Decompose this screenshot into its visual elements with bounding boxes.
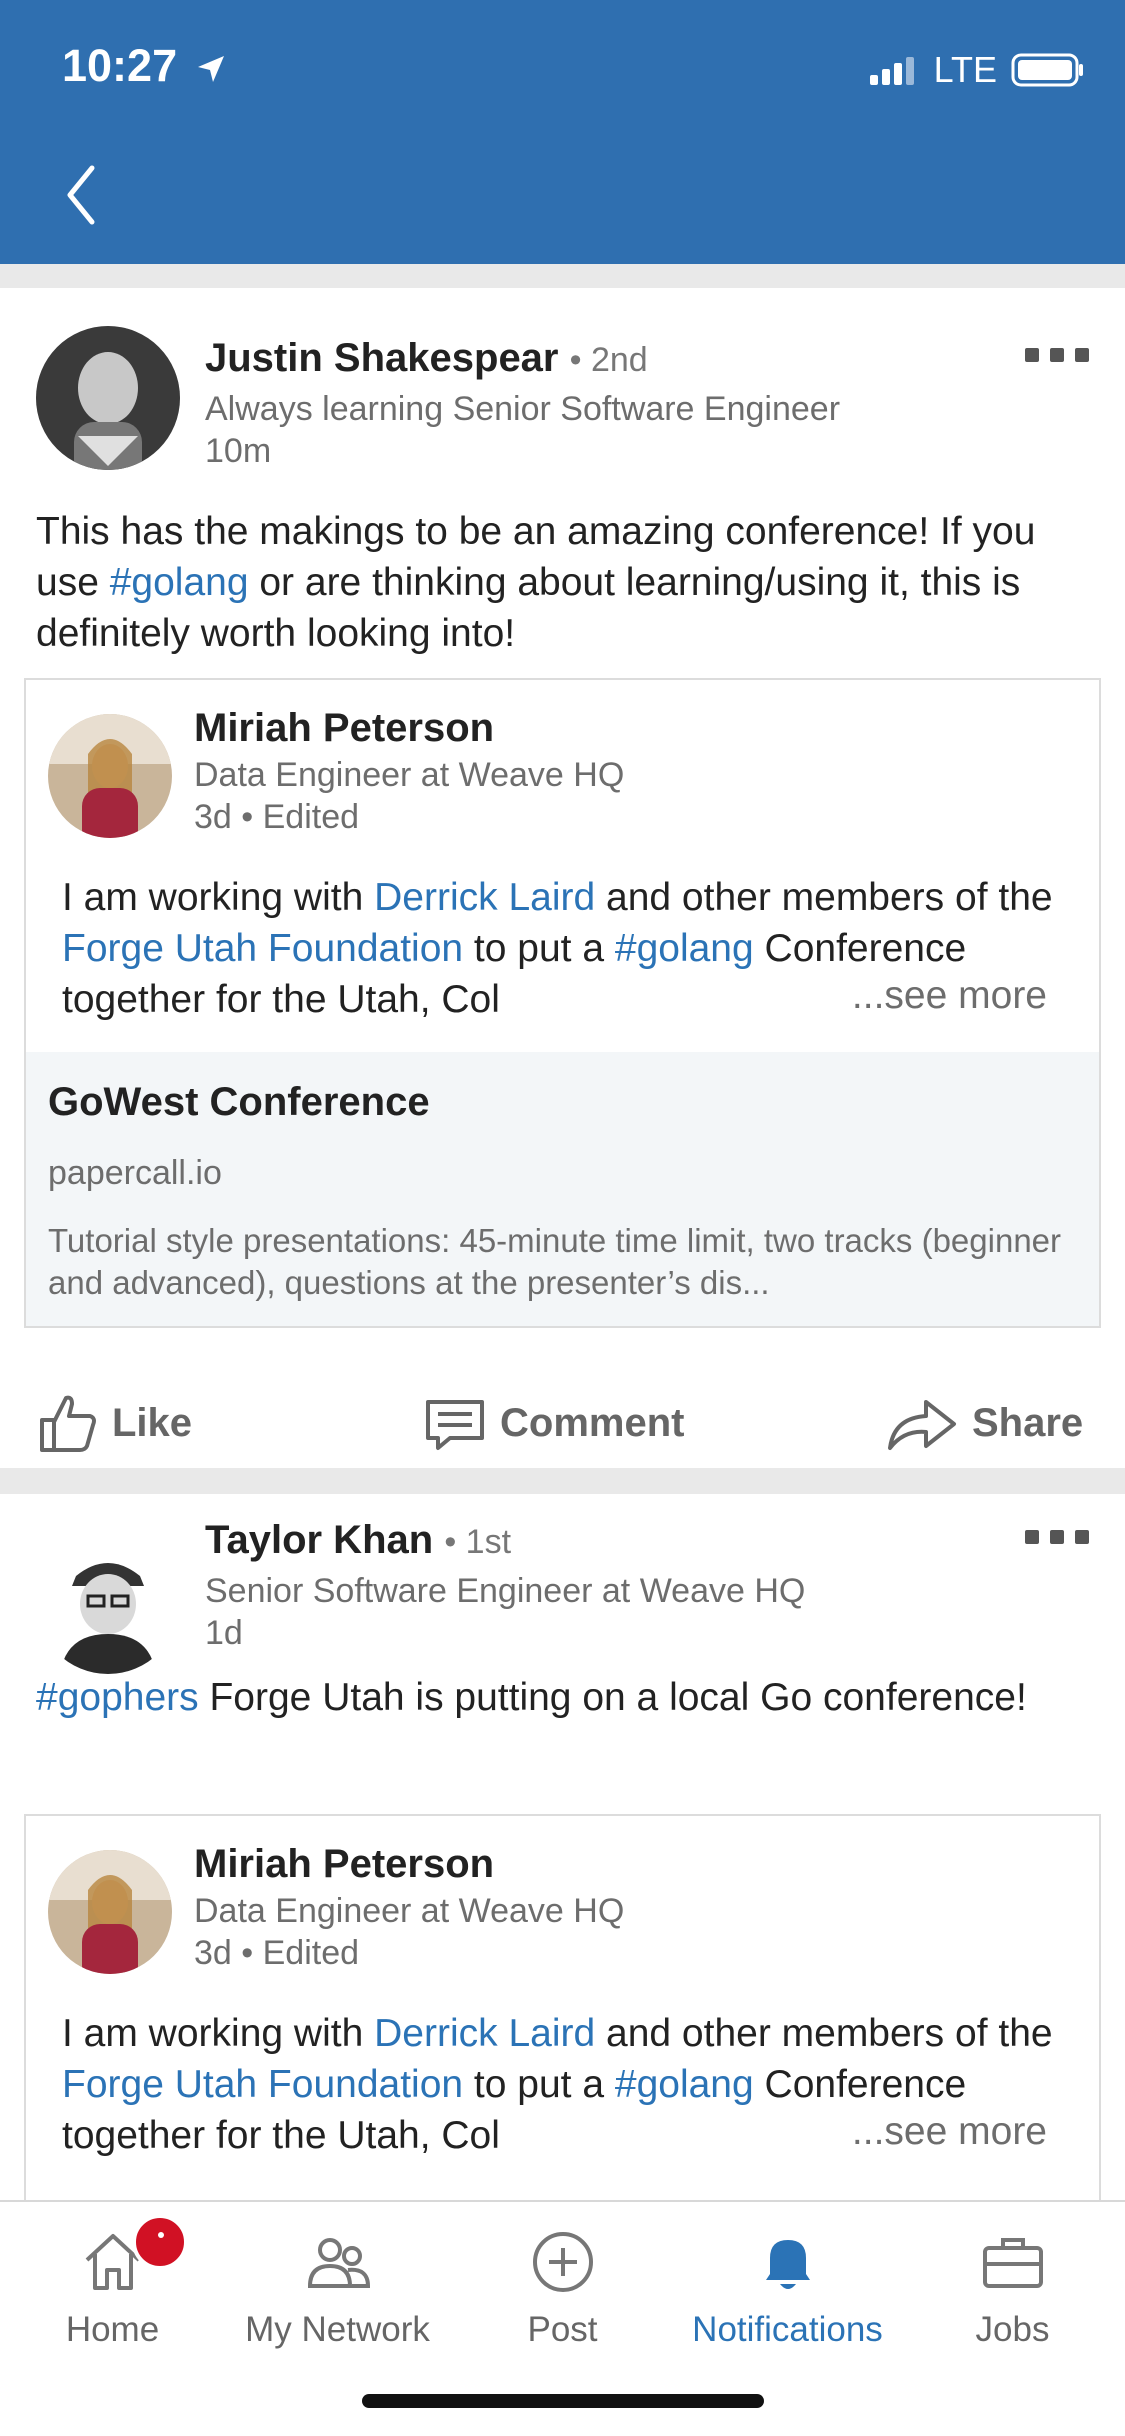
post-author[interactable]: Taylor Khan • 1st	[205, 1518, 511, 1563]
post-text: This has the makings to be an amazing co…	[36, 510, 1036, 655]
shared-post[interactable]: Miriah Peterson Data Engineer at Weave H…	[24, 1814, 1101, 2200]
avatar[interactable]	[36, 1530, 180, 1674]
comment-button[interactable]: Comment	[424, 1378, 684, 1468]
see-more-link[interactable]: ...see more	[839, 2110, 1047, 2154]
shared-time: 3d • Edited	[194, 798, 360, 836]
post-time: 10m	[205, 432, 272, 470]
share-icon	[888, 1400, 956, 1450]
shared-author[interactable]: Miriah Peterson	[194, 1842, 494, 1887]
shared-headline: Data Engineer at Weave HQ	[194, 1892, 625, 1930]
notification-badge	[132, 2214, 188, 2270]
avatar[interactable]	[36, 326, 180, 470]
thumbs-up-icon	[40, 1395, 96, 1452]
back-chevron-icon	[67, 165, 95, 225]
tab-home[interactable]: Home	[0, 2202, 225, 2372]
post-actions: Like Comment Share	[0, 1378, 1125, 1468]
status-time: 10:27	[62, 40, 226, 92]
avatar[interactable]	[48, 714, 172, 838]
tab-my-network[interactable]: My Network	[225, 2202, 450, 2372]
mention-link[interactable]: Forge Utah Foundation	[62, 927, 463, 970]
tab-jobs[interactable]: Jobs	[900, 2202, 1125, 2372]
feed-post: Taylor Khan • 1st Senior Software Engine…	[0, 1494, 1125, 2200]
article-title: GoWest Conference	[48, 1080, 430, 1124]
article-domain: papercall.io	[48, 1154, 222, 1192]
shared-author[interactable]: Miriah Peterson	[194, 706, 494, 751]
location-arrow-icon	[197, 56, 224, 83]
hashtag-link[interactable]: #golang	[110, 561, 249, 604]
tab-post[interactable]: Post	[450, 2202, 675, 2372]
mention-link[interactable]: Derrick Laird	[374, 876, 595, 919]
back-button[interactable]	[60, 160, 110, 240]
shared-time: 3d • Edited	[194, 1934, 360, 1972]
status-indicators: LTE	[869, 48, 1085, 92]
author-headline: Senior Software Engineer at Weave HQ	[205, 1572, 806, 1610]
network-type: LTE	[933, 49, 997, 90]
author-headline: Always learning Senior Software Engineer	[205, 390, 841, 428]
mention-link[interactable]: Derrick Laird	[374, 2012, 595, 2055]
shared-headline: Data Engineer at Weave HQ	[194, 756, 625, 794]
more-options-icon[interactable]	[1025, 1530, 1089, 1544]
top-bar: 10:27 LTE	[0, 0, 1125, 264]
post-time: 1d	[205, 1614, 243, 1652]
mention-link[interactable]: Forge Utah Foundation	[62, 2063, 463, 2106]
shared-post[interactable]: Miriah Peterson Data Engineer at Weave H…	[24, 678, 1101, 1328]
battery-icon	[1011, 53, 1083, 87]
hashtag-link[interactable]: #golang	[615, 927, 754, 970]
tab-notifications[interactable]: Notifications	[675, 2202, 900, 2372]
connection-degree: • 2nd	[569, 341, 648, 379]
more-options-icon[interactable]	[1025, 348, 1089, 362]
hashtag-link[interactable]: #golang	[615, 2063, 754, 2106]
avatar[interactable]	[48, 1850, 172, 1974]
see-more-link[interactable]: ...see more	[839, 974, 1047, 1018]
bell-icon	[765, 2240, 810, 2289]
home-indicator	[362, 2394, 764, 2408]
connection-degree: • 1st	[444, 1523, 512, 1561]
briefcase-icon	[982, 2238, 1043, 2288]
network-icon	[307, 2238, 370, 2288]
feed-post: Justin Shakespear • 2nd Always learning …	[0, 288, 1125, 1468]
post-icon	[532, 2232, 593, 2292]
like-button[interactable]: Like	[36, 1378, 192, 1468]
share-button[interactable]: Share	[886, 1378, 1083, 1468]
article-preview[interactable]: GoWest Conference papercall.io Tutorial …	[26, 1052, 1099, 1326]
post-author[interactable]: Justin Shakespear • 2nd	[205, 336, 648, 381]
hashtag-link[interactable]: #gophers	[36, 1676, 199, 1719]
post-text: #gophers Forge Utah is putting on a loca…	[36, 1676, 1027, 1719]
feed[interactable]: Justin Shakespear • 2nd Always learning …	[0, 264, 1125, 2200]
signal-icon	[869, 57, 914, 85]
article-description: Tutorial style presentations: 45-minute …	[48, 1222, 1062, 1301]
comment-icon	[426, 1400, 484, 1450]
